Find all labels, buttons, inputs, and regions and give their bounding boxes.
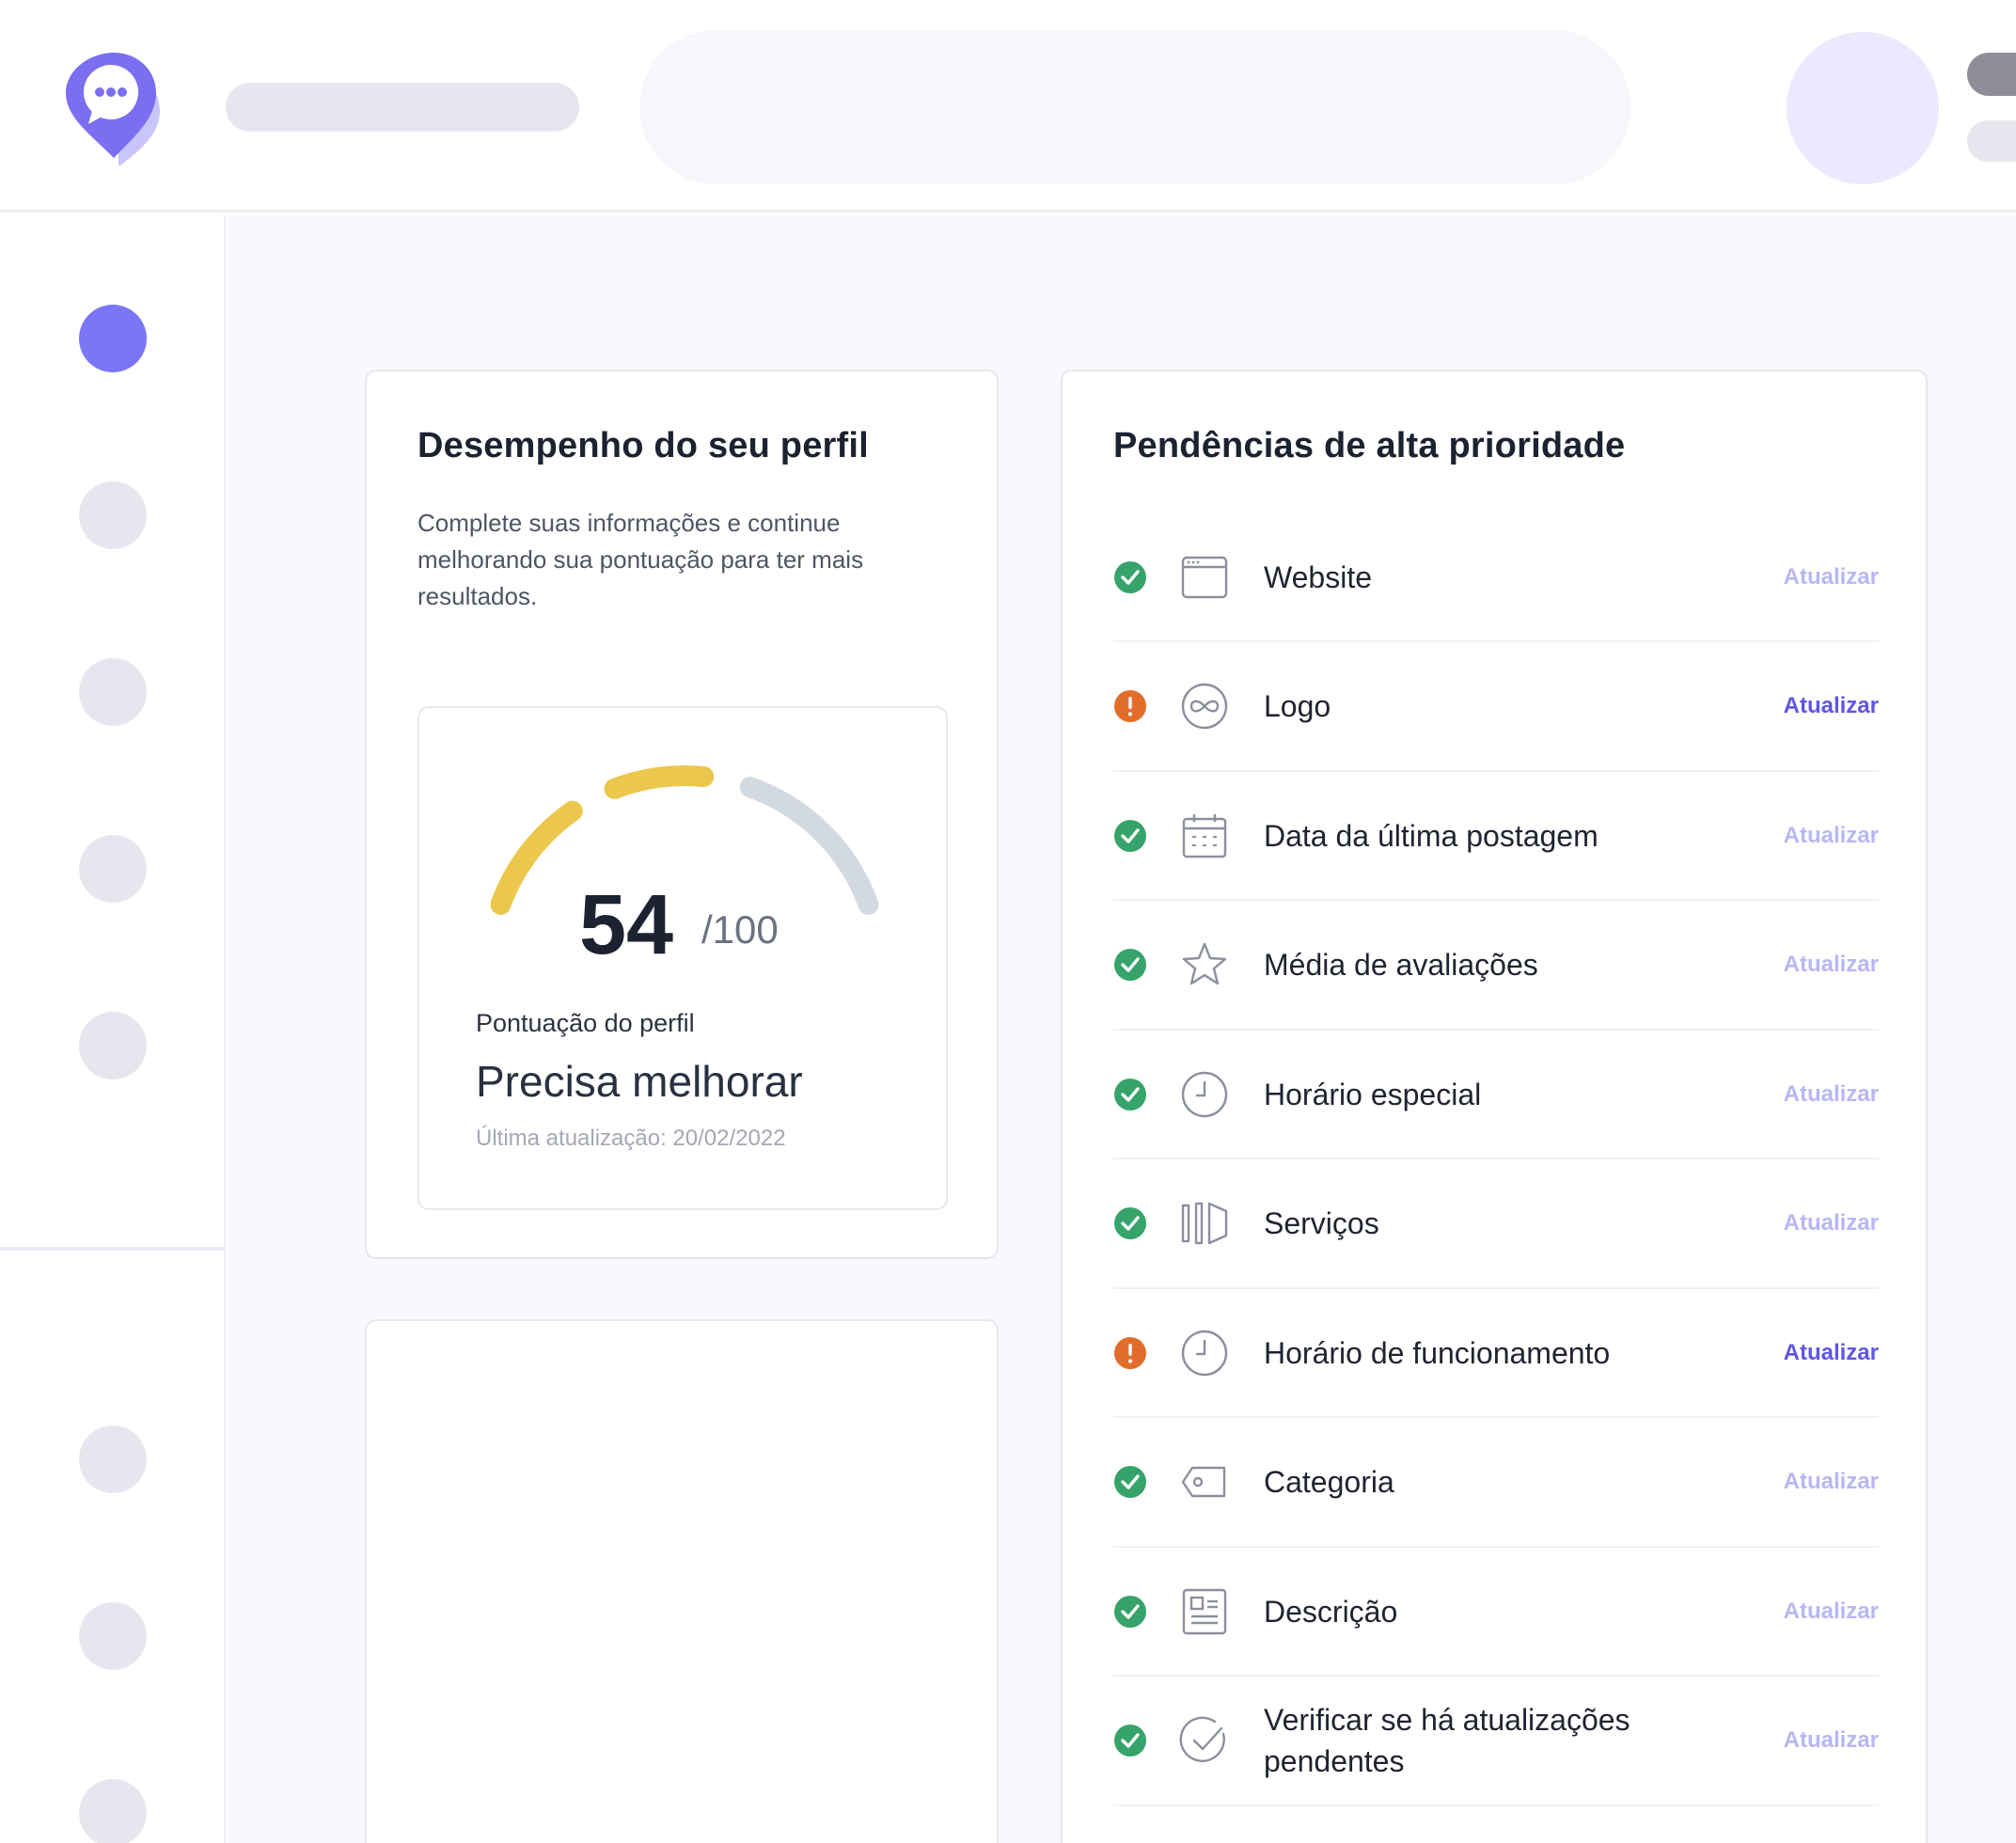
pending-label: Data da última postagem <box>1264 818 1599 853</box>
pending-row: Logo Atualizar <box>1113 643 1879 772</box>
check-status-icon <box>1114 949 1146 981</box>
score-gauge <box>490 765 879 915</box>
pending-row: Horário de funcionamento Atualizar <box>1113 1289 1879 1418</box>
avatar[interactable] <box>1787 32 1939 184</box>
pending-label: Média de avaliações <box>1264 948 1538 982</box>
search-bar[interactable] <box>639 30 1630 184</box>
performance-description: Complete suas informações e continue mel… <box>417 509 864 610</box>
services-panels-icon <box>1181 1202 1228 1245</box>
star-icon <box>1182 942 1227 985</box>
gauge-track <box>739 777 879 915</box>
pending-row: Website Atualizar <box>1113 513 1879 642</box>
top-header <box>0 0 2016 213</box>
pending-title: Pendências de alta prioridade <box>1113 426 1626 465</box>
title-placeholder <box>226 83 579 132</box>
pending-label: Website <box>1264 559 1373 594</box>
warning-status-icon <box>1114 690 1146 722</box>
tag-icon <box>1181 1466 1226 1498</box>
sidebar-item[interactable] <box>79 1602 147 1670</box>
calendar-icon <box>1182 813 1227 858</box>
document-icon <box>1182 1588 1227 1634</box>
chat-pin-logo-icon[interactable] <box>62 49 165 166</box>
main-content: Desempenho do seu perfil Complete suas i… <box>228 215 2016 1843</box>
sidebar-item[interactable] <box>79 481 147 549</box>
pending-row: Descrição Atualizar <box>1113 1548 1879 1677</box>
browser-window-icon <box>1181 556 1228 598</box>
pending-label: Serviços <box>1264 1206 1379 1240</box>
sidebar-item[interactable] <box>79 835 147 903</box>
update-link[interactable]: Atualizar <box>1784 952 1879 978</box>
sidebar-item[interactable] <box>79 1012 147 1079</box>
update-link[interactable]: Atualizar <box>1784 1210 1879 1237</box>
sidebar-item[interactable] <box>79 1426 147 1493</box>
check-status-icon <box>1114 1078 1146 1111</box>
check-status-icon <box>1114 1466 1146 1498</box>
pending-label: Descrição <box>1264 1594 1398 1629</box>
gauge-fill-top <box>604 765 715 799</box>
check-circle-icon <box>1179 1716 1225 1762</box>
pending-label: Horário especial <box>1264 1077 1482 1111</box>
update-link[interactable]: Atualizar <box>1784 564 1879 591</box>
pending-row: Média de avaliações Atualizar <box>1113 902 1879 1031</box>
check-status-icon <box>1114 560 1146 593</box>
score-status: Precisa melhorar <box>476 1057 803 1106</box>
sidebar-divider <box>0 1247 226 1251</box>
update-link[interactable]: Atualizar <box>1784 1599 1879 1625</box>
pending-label: Horário de funcionamento <box>1264 1335 1611 1370</box>
clock-icon <box>1181 1071 1228 1117</box>
pending-label: Logo <box>1264 689 1331 723</box>
header-menu-placeholder[interactable] <box>1967 53 2016 96</box>
update-link[interactable]: Atualizar <box>1784 693 1879 719</box>
pending-card: Pendências de alta prioridade Website Atu… <box>1061 370 1928 1843</box>
header-submenu-placeholder <box>1967 120 2016 162</box>
pending-row: Categoria Atualizar <box>1113 1419 1879 1548</box>
performance-title: Desempenho do seu perfil <box>417 426 869 465</box>
update-link[interactable]: Atualizar <box>1784 1469 1879 1495</box>
infinity-logo-icon <box>1181 683 1228 730</box>
sidebar-item-active[interactable] <box>79 305 147 372</box>
warning-status-icon <box>1114 1336 1146 1369</box>
pending-label: Categoria <box>1264 1465 1394 1499</box>
secondary-card <box>365 1319 999 1843</box>
update-link[interactable]: Atualizar <box>1784 1727 1879 1754</box>
check-status-icon <box>1114 819 1146 852</box>
update-link[interactable]: Atualizar <box>1784 1081 1879 1108</box>
pending-row: Data da última postagem Atualizar <box>1113 772 1879 901</box>
sidebar-item[interactable] <box>79 1779 147 1843</box>
pending-row: Horário especial Atualizar <box>1113 1031 1879 1159</box>
check-status-icon <box>1114 1725 1146 1756</box>
performance-card: Desempenho do seu perfil Complete suas i… <box>365 370 999 1259</box>
sidebar <box>0 215 226 1843</box>
clock-icon <box>1181 1330 1228 1376</box>
last-update-text: Última atualização: 20/02/2022 <box>476 1126 786 1151</box>
check-status-icon <box>1114 1595 1146 1628</box>
pending-row: Serviços Atualizar <box>1113 1160 1879 1289</box>
score-label: Pontuação do perfil <box>476 1009 695 1037</box>
score-max: /100 <box>701 907 779 952</box>
sidebar-item[interactable] <box>79 658 147 726</box>
pending-label: Verificar se há atualizações pendentes <box>1264 1703 1630 1778</box>
gauge-fill-left <box>490 800 583 915</box>
update-link[interactable]: Atualizar <box>1784 1340 1879 1366</box>
check-status-icon <box>1114 1207 1146 1239</box>
score-value: 54 <box>579 878 674 972</box>
pending-row: Verificar se há atualizações pendentes At… <box>1113 1678 1879 1806</box>
update-link[interactable]: Atualizar <box>1784 823 1879 849</box>
score-panel: 54 /100 Pontuação do perfil Precisa melh… <box>417 706 948 1210</box>
